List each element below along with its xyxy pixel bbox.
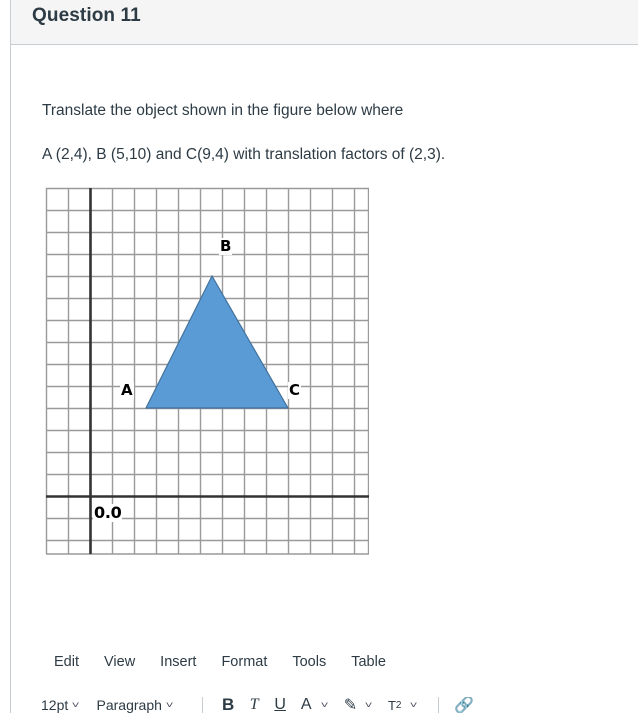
origin-label: 0.0 bbox=[93, 503, 123, 522]
editor-toolbar: 12pt ˅ Paragraph ˅ B T U A ˅ ✎ ˅ T2 ˅ 🔗 bbox=[41, 697, 638, 713]
chevron-down-icon: ˅ bbox=[71, 700, 80, 710]
text-color-button[interactable]: A ˅ bbox=[293, 697, 329, 713]
question-header: Question 11 bbox=[11, 0, 638, 45]
chevron-down-icon: ˅ bbox=[409, 700, 418, 710]
question-text-line-1: Translate the object shown in the figure… bbox=[42, 102, 404, 119]
font-size-select[interactable]: 12pt ˅ bbox=[41, 697, 80, 713]
block-format-select[interactable]: Paragraph ˅ bbox=[96, 697, 174, 713]
superscript-icon: T2 bbox=[387, 697, 402, 713]
grid-svg bbox=[36, 178, 369, 555]
font-color-icon: A bbox=[300, 697, 312, 713]
superscript-button[interactable]: T2 ˅ bbox=[382, 697, 418, 713]
chevron-down-icon: ˅ bbox=[320, 700, 329, 710]
menu-item-format[interactable]: Format bbox=[219, 653, 269, 671]
chevron-down-icon: ˅ bbox=[365, 700, 374, 710]
toolbar-divider bbox=[437, 697, 439, 713]
editor-menubar: Edit View Insert Format Tools Table bbox=[52, 653, 388, 671]
toolbar-divider bbox=[202, 697, 204, 713]
highlight-color-button[interactable]: ✎ ˅ bbox=[337, 697, 374, 713]
block-format-value: Paragraph bbox=[96, 697, 162, 713]
highlighter-pen-icon: ✎ bbox=[343, 697, 358, 713]
menu-item-table[interactable]: Table bbox=[349, 653, 388, 671]
chevron-down-icon: ˅ bbox=[165, 700, 174, 710]
vertex-label-a: A bbox=[120, 381, 134, 399]
menu-item-tools[interactable]: Tools bbox=[290, 653, 328, 671]
vertex-label-c: C bbox=[288, 381, 302, 399]
menu-item-insert[interactable]: Insert bbox=[158, 653, 198, 671]
italic-button[interactable]: T bbox=[241, 697, 267, 713]
menu-item-edit[interactable]: Edit bbox=[52, 653, 81, 671]
menu-item-view[interactable]: View bbox=[102, 653, 137, 671]
coordinate-grid-figure: A B C 0.0 bbox=[36, 178, 369, 555]
underline-button[interactable]: U bbox=[267, 697, 293, 713]
page-title: Question 11 bbox=[32, 5, 141, 26]
link-icon[interactable]: 🔗 bbox=[451, 697, 477, 713]
bold-button[interactable]: B bbox=[215, 697, 241, 713]
question-panel: Question 11 Translate the object shown i… bbox=[10, 0, 638, 713]
question-text-line-2: A (2,4), B (5,10) and C(9,4) with transl… bbox=[42, 146, 446, 163]
font-size-value: 12pt bbox=[41, 697, 69, 713]
vertex-label-b: B bbox=[219, 237, 233, 255]
